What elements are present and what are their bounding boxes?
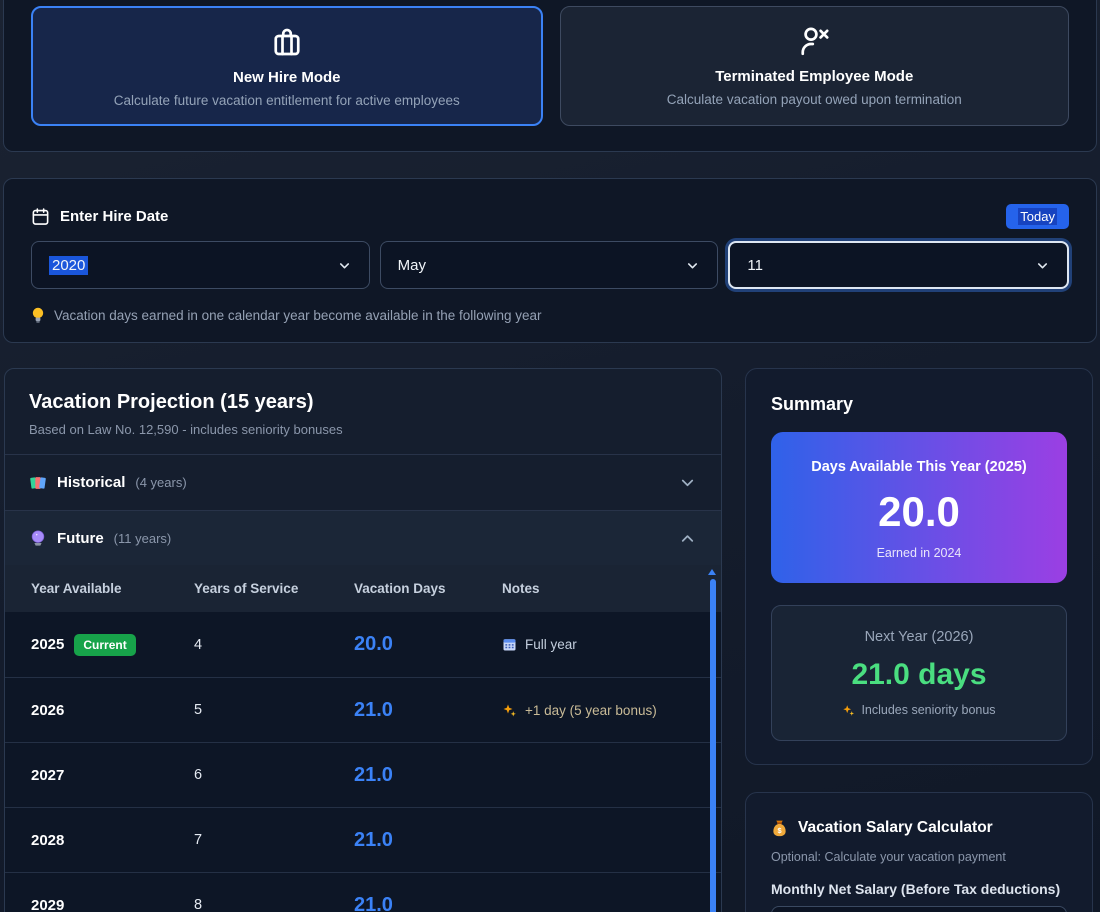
mode-title: New Hire Mode bbox=[232, 69, 341, 86]
month-select[interactable]: May bbox=[379, 241, 719, 289]
future-table: Year Available Years of Service Vacation… bbox=[5, 565, 721, 912]
days-available-sub: Earned in 2024 bbox=[876, 546, 962, 560]
chevron-down-icon bbox=[1037, 262, 1048, 268]
books-icon bbox=[30, 476, 46, 489]
projection-subtitle: Based on Law No. 12,590 - includes senio… bbox=[29, 422, 343, 437]
salary-calculator-panel: $ Vacation Salary Calculator Optional: C… bbox=[745, 792, 1093, 912]
today-button-label: Today bbox=[1018, 208, 1057, 225]
future-label: Future bbox=[57, 529, 104, 547]
mode-card-new-hire[interactable]: New Hire Mode Calculate future vacation … bbox=[31, 6, 543, 126]
mode-card-terminated[interactable]: Terminated Employee Mode Calculate vacat… bbox=[559, 6, 1069, 126]
salary-calculator-title: $ Vacation Salary Calculator bbox=[771, 819, 1067, 837]
hire-date-title: Enter Hire Date bbox=[31, 207, 168, 226]
year-value: 2026 bbox=[31, 701, 65, 719]
days-available-value: 20.0 bbox=[878, 488, 960, 535]
service-value: 8 bbox=[194, 897, 203, 912]
day-select[interactable]: 11 bbox=[728, 241, 1070, 289]
summary-title: Summary bbox=[771, 394, 854, 414]
scrollbar-up-arrow[interactable] bbox=[708, 569, 716, 575]
salary-calculator-subtitle: Optional: Calculate your vacation paymen… bbox=[771, 850, 1006, 864]
next-year-label: Next Year (2026) bbox=[864, 629, 974, 645]
table-header-row: Year Available Years of Service Vacation… bbox=[5, 565, 721, 612]
day-select-value: 11 bbox=[747, 256, 763, 274]
chevron-down-icon bbox=[688, 262, 698, 268]
salary-input-label: Monthly Net Salary (Before Tax deduction… bbox=[771, 881, 1061, 897]
days-available-card: Days Available This Year (2025) 20.0 Ear… bbox=[771, 432, 1067, 583]
days-value: 21.0 bbox=[354, 828, 393, 851]
mode-description: Calculate vacation payout owed upon term… bbox=[666, 92, 962, 107]
chevron-down-icon bbox=[681, 479, 694, 487]
sparkles-icon bbox=[843, 704, 855, 716]
calendar-small-icon bbox=[503, 639, 516, 651]
service-value: 5 bbox=[194, 702, 203, 718]
days-available-label: Days Available This Year (2025) bbox=[811, 459, 1027, 475]
user-x-icon bbox=[801, 27, 829, 56]
projection-title: Vacation Projection (15 years) bbox=[29, 391, 314, 413]
year-select[interactable]: 2020 bbox=[31, 241, 370, 289]
year-value: 2028 bbox=[31, 831, 65, 849]
future-count: (11 years) bbox=[113, 530, 172, 546]
month-select-value: May bbox=[397, 256, 427, 274]
sparkles-icon bbox=[503, 704, 516, 716]
chevron-down-icon bbox=[339, 262, 349, 268]
note-value: Full year bbox=[502, 637, 721, 652]
table-scrollbar[interactable] bbox=[710, 579, 716, 912]
lightbulb-icon bbox=[32, 307, 44, 323]
next-year-sub: Includes seniority bonus bbox=[788, 703, 1050, 717]
hire-date-section: Enter Hire Date Today 2020 May 11 Vacati… bbox=[3, 178, 1097, 343]
calendar-icon bbox=[32, 208, 49, 225]
mode-description: Calculate future vacation entitlement fo… bbox=[113, 93, 460, 108]
chevron-up-icon bbox=[681, 534, 694, 542]
hire-date-title-text: Enter Hire Date bbox=[60, 208, 169, 225]
service-value: 6 bbox=[194, 767, 203, 783]
money-bag-icon: $ bbox=[773, 820, 786, 837]
year-value: 2025 bbox=[31, 636, 65, 653]
table-row: 2025 Current 4 20.0 Full year bbox=[5, 612, 721, 677]
col-header-year: Year Available bbox=[31, 581, 122, 596]
year-value: 2029 bbox=[31, 896, 65, 912]
crystal-ball-icon bbox=[31, 530, 45, 546]
days-value: 21.0 bbox=[354, 698, 393, 721]
historical-count: (4 years) bbox=[135, 475, 187, 490]
days-value: 21.0 bbox=[354, 893, 393, 912]
col-header-days: Vacation Days bbox=[354, 581, 446, 596]
table-row: 2026 5 21.0 +1 day (5 year bonus) bbox=[5, 677, 721, 742]
salary-input[interactable] bbox=[771, 906, 1067, 912]
summary-panel: Summary Days Available This Year (2025) … bbox=[745, 368, 1093, 765]
hire-date-tip: Vacation days earned in one calendar yea… bbox=[31, 307, 1069, 323]
days-value: 20.0 bbox=[354, 633, 393, 655]
col-header-notes: Notes bbox=[502, 581, 540, 596]
service-value: 7 bbox=[194, 832, 203, 848]
note-value: +1 day (5 year bonus) bbox=[502, 703, 721, 718]
table-row: 2027 6 21.0 bbox=[5, 742, 721, 807]
days-value: 21.0 bbox=[354, 763, 393, 786]
next-year-card: Next Year (2026) 21.0 days Includes seni… bbox=[771, 605, 1067, 741]
mode-title: Terminated Employee Mode bbox=[715, 68, 914, 85]
year-select-value: 2020 bbox=[49, 255, 89, 275]
table-row: 2029 8 21.0 bbox=[5, 872, 721, 912]
next-year-value: 21.0 days bbox=[851, 658, 987, 691]
briefcase-icon bbox=[274, 28, 300, 56]
historical-section-toggle[interactable]: Historical (4 years) bbox=[5, 454, 721, 510]
table-row: 2028 7 21.0 bbox=[5, 807, 721, 872]
future-section-toggle[interactable]: Future (11 years) bbox=[5, 510, 721, 565]
mode-selector-section: New Hire Mode Calculate future vacation … bbox=[3, 0, 1097, 152]
service-value: 4 bbox=[194, 636, 203, 653]
svg-text:$: $ bbox=[777, 826, 781, 835]
current-badge: Current bbox=[74, 633, 136, 656]
col-header-service: Years of Service bbox=[194, 581, 299, 596]
historical-label: Historical bbox=[57, 474, 126, 491]
hire-date-tip-text: Vacation days earned in one calendar yea… bbox=[54, 307, 542, 323]
vacation-projection-panel: Vacation Projection (15 years) Based on … bbox=[4, 368, 722, 912]
year-value: 2027 bbox=[31, 766, 65, 784]
today-button[interactable]: Today bbox=[1006, 204, 1069, 229]
